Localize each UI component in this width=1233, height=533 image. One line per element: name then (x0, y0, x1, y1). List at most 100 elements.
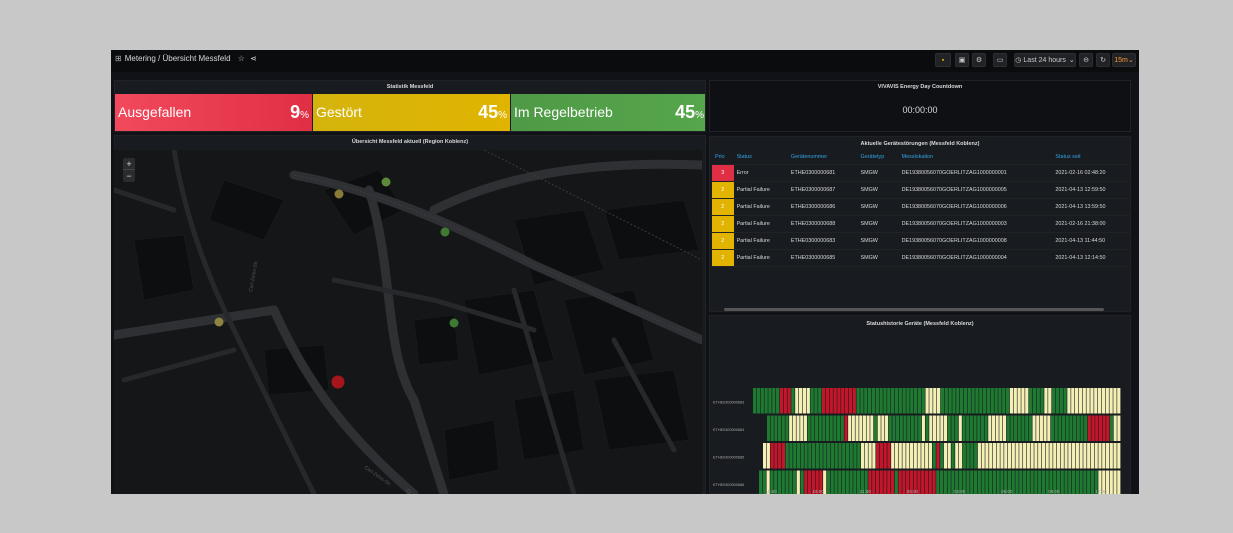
time-picker[interactable]: ◷ Last 24 hours ⌄ (1014, 53, 1076, 67)
refresh-button[interactable]: ↻ (1096, 53, 1110, 67)
status-segment (849, 470, 853, 494)
status-segment (1030, 470, 1034, 494)
status-segment (800, 443, 804, 469)
device-label: ETHE0300000683 (713, 400, 744, 404)
zoom-in-button[interactable]: + (123, 158, 135, 170)
status-segment (952, 388, 956, 414)
x-tick-label: 15:00 (765, 489, 777, 494)
status-segment (933, 388, 937, 414)
status-segment (868, 443, 872, 469)
status-segment (1068, 443, 1072, 469)
cell-prio: 2 (712, 198, 734, 216)
horizontal-scrollbar[interactable] (724, 308, 1104, 311)
table-row[interactable]: 2 Partial Failure ETHE0300000687 SMGW DE1938… (712, 181, 1130, 199)
status-segment (1023, 443, 1027, 469)
status-segment (951, 415, 955, 441)
table-row[interactable]: 2 Partial Failure ETHE0300000683 SMGW DE1938… (712, 232, 1130, 250)
status-segment (902, 388, 906, 414)
cell-location: DE19380056070GOERLITZAG1000000003 (898, 215, 1053, 233)
status-segment (855, 415, 859, 441)
tv-mode-button[interactable]: ▭ (993, 53, 1007, 67)
status-segment (963, 388, 968, 414)
status-segment (781, 443, 786, 469)
status-segment (1087, 470, 1091, 494)
status-segment (892, 415, 896, 441)
status-segment (1060, 443, 1064, 469)
map-view[interactable]: Carl-Zeiss-Str. Carl-Zeiss-Str. Cl + − (111, 147, 707, 494)
zoom-out-button[interactable]: − (123, 170, 135, 182)
status-segment (985, 470, 989, 494)
status-segment (1076, 415, 1080, 441)
panel-title[interactable]: VIVAVIS Energy Day Countdown (710, 84, 1130, 90)
status-segment (1090, 443, 1095, 469)
status-segment (1040, 388, 1044, 414)
time-range-label: Last 24 hours (1023, 56, 1066, 64)
status-segment (776, 388, 780, 414)
col-location[interactable]: Messlokation (898, 150, 1053, 165)
status-segment (898, 443, 902, 469)
col-prio[interactable]: Prio (712, 150, 734, 165)
status-segment (1075, 470, 1079, 494)
status-segment (906, 443, 910, 469)
panel-title[interactable]: Übersicht Messfeld aktuell (Region Koble… (115, 139, 705, 145)
col-since[interactable]: Status seit (1052, 150, 1130, 165)
star-icon[interactable]: ☆ (238, 54, 245, 63)
save-dashboard-button[interactable]: ▣ (955, 53, 969, 67)
status-segment (1113, 388, 1117, 414)
table-row[interactable]: 2 Partial Failure ETHE0300000686 SMGW DE1938… (712, 198, 1130, 216)
status-segment (791, 388, 795, 414)
status-segment (803, 415, 807, 441)
panel-title[interactable]: Statistik Messfeld (115, 84, 705, 90)
status-segment (837, 388, 841, 414)
zoom-out-time-button[interactable]: ⊖ (1079, 53, 1093, 67)
status-segment (1082, 388, 1086, 414)
status-segment (1053, 443, 1057, 469)
table-row[interactable]: 2 Partial Failure ETHE0300000685 SMGW DE1938… (712, 249, 1130, 267)
table-row[interactable]: 2 Partial Failure ETHE0300000688 SMGW DE1938… (712, 215, 1130, 233)
status-segment (789, 415, 793, 441)
status-segment (936, 470, 940, 494)
status-segment (991, 415, 996, 441)
settings-button[interactable]: ⚙ (972, 53, 986, 67)
refresh-interval-picker[interactable]: 15m ⌄ (1112, 53, 1136, 67)
share-icon[interactable]: ⋖ (250, 54, 257, 63)
status-segment (825, 388, 830, 414)
add-panel-button[interactable]: ▪ (935, 53, 951, 67)
status-segment (1094, 443, 1098, 469)
status-segment (763, 443, 767, 469)
status-segment (989, 443, 993, 469)
status-segment (1043, 415, 1047, 441)
breadcrumb[interactable]: ⊞ Metering / Übersicht Messfeld ☆ ⋖ (115, 54, 257, 63)
cell-location: DE19380056070GOERLITZAG1000000001 (898, 164, 1053, 182)
cell-device: ETHE0300000686 (787, 198, 858, 216)
status-segment (891, 443, 895, 469)
status-segment (864, 443, 868, 469)
status-segment (770, 443, 774, 469)
x-tick-label: 09:00 (1048, 489, 1060, 494)
dashboard-title[interactable]: Metering / Übersicht Messfeld (125, 54, 231, 63)
status-segment (1026, 443, 1030, 469)
stat-number: 45 (675, 102, 696, 122)
status-segment (898, 388, 902, 414)
status-segment (1038, 443, 1042, 469)
status-segment (910, 415, 914, 441)
status-segment (795, 388, 799, 414)
status-segment (875, 470, 880, 494)
status-segment (830, 443, 834, 469)
status-segment (1084, 415, 1088, 441)
status-segment (932, 443, 936, 469)
status-segment (887, 470, 891, 494)
table-row[interactable]: 3 Error ETHE0300000681 SMGW DE19380056070GOE… (712, 164, 1130, 182)
status-segment (826, 470, 831, 494)
col-type[interactable]: Gerätetyp (857, 150, 899, 165)
top-bar: ⊞ Metering / Übersicht Messfeld ☆ ⋖ ▪ ▣ ⚙… (111, 50, 1139, 72)
status-segment (879, 388, 883, 414)
status-segment (990, 388, 994, 414)
col-status[interactable]: Status (733, 150, 788, 165)
status-segment (866, 415, 870, 441)
panel-title[interactable]: Aktuelle Gerätestörungen (Messfeld Koble… (710, 141, 1130, 147)
save-icon: ▣ (958, 57, 966, 64)
col-device[interactable]: Gerätenummer (787, 150, 858, 165)
status-segment (1083, 443, 1087, 469)
status-segment (873, 415, 878, 441)
